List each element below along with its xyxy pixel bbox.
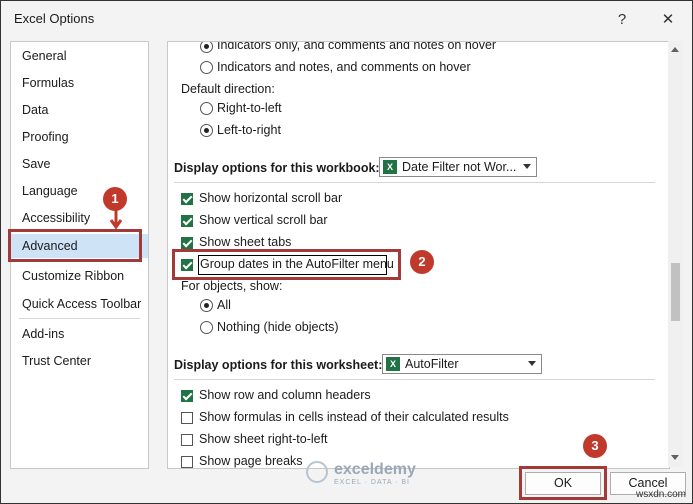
title-bar: Excel Options ? ✕: [1, 1, 692, 37]
annotation-number-1: 1: [103, 187, 127, 211]
watermark-brand: exceldemy: [334, 461, 416, 478]
objects-nothing-radio[interactable]: [200, 321, 213, 334]
workbook-select[interactable]: X Date Filter not Wor...: [379, 157, 537, 177]
scroll-down-icon[interactable]: [671, 455, 679, 460]
sidebar-item-accessibility[interactable]: Accessibility: [11, 206, 148, 230]
objects-nothing-label: Nothing (hide objects): [217, 320, 339, 334]
site-watermark: wsxdn.com: [635, 489, 686, 500]
sheet-tabs-checkbox[interactable]: [181, 237, 193, 249]
sidebar-item-data[interactable]: Data: [11, 98, 148, 122]
sidebar-item-proofing[interactable]: Proofing: [11, 125, 148, 149]
vertical-scroll-label: Show vertical scroll bar: [199, 213, 328, 227]
workbook-select-value: Date Filter not Wor...: [402, 160, 517, 174]
horizontal-scroll-checkbox[interactable]: [181, 193, 193, 205]
row-column-headers-label: Show row and column headers: [199, 388, 371, 402]
annotation-box-advanced: [8, 229, 142, 262]
sidebar-item-language[interactable]: Language: [11, 179, 148, 203]
help-button[interactable]: ?: [608, 7, 636, 31]
objects-all-radio[interactable]: [200, 299, 213, 312]
default-direction-label: Default direction:: [181, 82, 275, 96]
direction-ltr-label: Left-to-right: [217, 123, 281, 137]
comments-indicators-notes-radio[interactable]: [200, 61, 213, 74]
vertical-scroll-checkbox[interactable]: [181, 215, 193, 227]
sidebar-item-quick-access-toolbar[interactable]: Quick Access Toolbar: [11, 292, 148, 316]
sidebar-item-general[interactable]: General: [11, 44, 148, 68]
worksheet-select-value: AutoFilter: [405, 357, 459, 371]
sidebar-divider: [19, 318, 140, 319]
chevron-down-icon: [528, 361, 536, 366]
objects-all-label: All: [217, 298, 231, 312]
worksheet-section-title: Display options for this worksheet:: [174, 358, 383, 372]
comments-indicators-notes-label: Indicators and notes, and comments on ho…: [217, 60, 471, 74]
page-breaks-label: Show page breaks: [199, 454, 303, 468]
row-column-headers-checkbox[interactable]: [181, 390, 193, 402]
watermark-tagline: EXCEL · DATA · BI: [334, 479, 410, 486]
dialog-title: Excel Options: [14, 11, 95, 26]
show-formulas-checkbox[interactable]: [181, 412, 193, 424]
content-scrollbar[interactable]: [668, 41, 683, 467]
annotation-arrow: [109, 209, 123, 230]
excel-icon: X: [383, 160, 397, 174]
sidebar-item-trust-center[interactable]: Trust Center: [11, 349, 148, 373]
sheet-icon: X: [386, 357, 400, 371]
worksheet-select[interactable]: X AutoFilter: [382, 354, 542, 374]
scroll-thumb[interactable]: [671, 263, 680, 321]
direction-rtl-radio[interactable]: [200, 102, 213, 115]
chevron-down-icon: [523, 164, 531, 169]
sidebar-item-add-ins[interactable]: Add-ins: [11, 322, 148, 346]
annotation-number-3: 3: [583, 434, 607, 458]
direction-rtl-label: Right-to-left: [217, 101, 282, 115]
for-objects-label: For objects, show:: [181, 279, 283, 293]
excel-options-dialog: Excel Options ? ✕ General Formulas Data …: [0, 0, 693, 504]
sheet-rtl-label: Show sheet right-to-left: [199, 432, 328, 446]
section-divider: [174, 182, 655, 183]
sheet-rtl-checkbox[interactable]: [181, 434, 193, 446]
section-divider: [174, 379, 655, 380]
direction-ltr-radio[interactable]: [200, 124, 213, 137]
comments-indicators-only-label: Indicators only, and comments and notes …: [217, 41, 497, 52]
page-breaks-checkbox[interactable]: [181, 456, 193, 468]
sidebar-item-customize-ribbon[interactable]: Customize Ribbon: [11, 264, 148, 288]
sidebar-item-save[interactable]: Save: [11, 152, 148, 176]
annotation-box-ok: [519, 466, 607, 500]
workbook-section-title: Display options for this workbook:: [174, 161, 380, 175]
scroll-up-icon[interactable]: [671, 47, 679, 52]
exceldemy-logo-icon: [306, 461, 328, 483]
sidebar-item-formulas[interactable]: Formulas: [11, 71, 148, 95]
horizontal-scroll-label: Show horizontal scroll bar: [199, 191, 343, 205]
show-formulas-label: Show formulas in cells instead of their …: [199, 410, 509, 424]
close-button[interactable]: ✕: [654, 7, 682, 31]
annotation-number-2: 2: [410, 250, 434, 274]
comments-indicators-only-radio[interactable]: [200, 42, 213, 53]
sheet-tabs-label: Show sheet tabs: [199, 235, 292, 249]
annotation-box-group-dates: [172, 249, 401, 280]
